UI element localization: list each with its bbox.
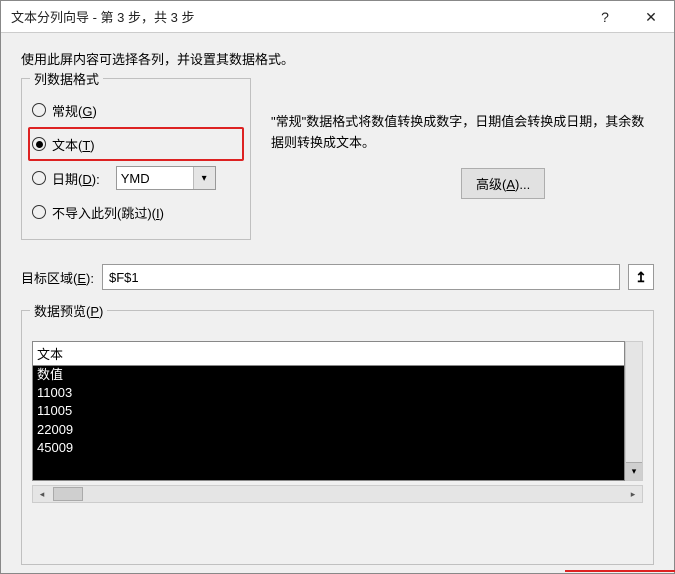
radio-icon xyxy=(32,137,46,151)
window-controls: ? ✕ xyxy=(582,1,674,33)
highlight-marker xyxy=(565,570,675,574)
collapse-icon: ↥ xyxy=(635,269,647,286)
data-preview-group: 数据预览(P) 文本 数值 11003 11005 22009 45009 xyxy=(21,310,654,565)
close-icon[interactable]: ✕ xyxy=(628,1,674,33)
preview-cell: 数值 xyxy=(37,366,620,384)
date-format-value: YMD xyxy=(121,171,150,186)
preview-col-header[interactable]: 文本 xyxy=(33,342,624,366)
format-legend: 列数据格式 xyxy=(30,69,103,88)
column-format-group: 列数据格式 常规(G) 文本(T) 日期(D): YMD ▾ xyxy=(21,78,251,240)
radio-icon xyxy=(32,205,46,219)
date-format-select[interactable]: YMD ▾ xyxy=(116,166,216,190)
scroll-thumb[interactable] xyxy=(53,487,83,501)
radio-icon xyxy=(32,103,46,117)
window-title: 文本分列向导 - 第 3 步，共 3 步 xyxy=(11,7,194,26)
radio-skip[interactable]: 不导入此列(跳过)(I) xyxy=(32,195,240,229)
dialog-body: 使用此屏内容可选择各列，并设置其数据格式。 列数据格式 常规(G) 文本(T) … xyxy=(1,33,674,573)
wizard-window: 文本分列向导 - 第 3 步，共 3 步 ? ✕ 使用此屏内容可选择各列，并设置… xyxy=(0,0,675,574)
preview-table: 文本 数值 11003 11005 22009 45009 xyxy=(32,341,625,481)
destination-label: 目标区域(E): xyxy=(21,268,94,287)
radio-general[interactable]: 常规(G) xyxy=(32,93,240,127)
preview-row: 文本 数值 11003 11005 22009 45009 ▾ xyxy=(32,341,643,481)
radio-label: 文本(T) xyxy=(52,135,95,154)
chevron-down-icon: ▾ xyxy=(193,167,215,189)
scroll-left-icon[interactable]: ◂ xyxy=(33,486,51,502)
preview-data: 数值 11003 11005 22009 45009 xyxy=(33,366,624,481)
preview-legend: 数据预览(P) xyxy=(30,301,107,320)
preview-cell: 45009 xyxy=(37,439,620,457)
titlebar: 文本分列向导 - 第 3 步，共 3 步 ? ✕ xyxy=(1,1,674,33)
description-column: "常规"数据格式将数值转换成数字，日期值会转换成日期，其余数据则转换成文本。 高… xyxy=(271,78,654,240)
preview-cell: 22009 xyxy=(37,421,620,439)
scroll-right-icon[interactable]: ▸ xyxy=(624,486,642,502)
destination-input[interactable]: $F$1 xyxy=(102,264,620,290)
preview-cell: 11005 xyxy=(37,402,620,420)
radio-label: 不导入此列(跳过)(I) xyxy=(52,203,164,222)
radio-label: 常规(G) xyxy=(52,101,97,120)
preview-inner: 文本 数值 11003 11005 22009 45009 ▾ xyxy=(32,341,643,554)
radio-text[interactable]: 文本(T) xyxy=(28,127,244,161)
preview-cell: 11003 xyxy=(37,384,620,402)
range-picker-button[interactable]: ↥ xyxy=(628,264,654,290)
intro-text: 使用此屏内容可选择各列，并设置其数据格式。 xyxy=(21,49,654,68)
radio-icon xyxy=(32,171,46,185)
radio-label: 日期(D): xyxy=(52,169,100,188)
format-description: "常规"数据格式将数值转换成数字，日期值会转换成日期，其余数据则转换成文本。 xyxy=(271,112,654,154)
destination-row: 目标区域(E): $F$1 ↥ xyxy=(21,264,654,290)
scroll-down-icon[interactable]: ▾ xyxy=(626,462,642,480)
vertical-scrollbar[interactable]: ▾ xyxy=(625,341,643,481)
top-section: 列数据格式 常规(G) 文本(T) 日期(D): YMD ▾ xyxy=(21,78,654,240)
help-icon[interactable]: ? xyxy=(582,1,628,33)
advanced-button[interactable]: 高级(A)... xyxy=(461,168,545,199)
horizontal-scrollbar[interactable]: ◂ ▸ xyxy=(32,485,643,503)
radio-date[interactable]: 日期(D): YMD ▾ xyxy=(32,161,240,195)
preview-table-wrap: 文本 数值 11003 11005 22009 45009 xyxy=(32,341,625,481)
